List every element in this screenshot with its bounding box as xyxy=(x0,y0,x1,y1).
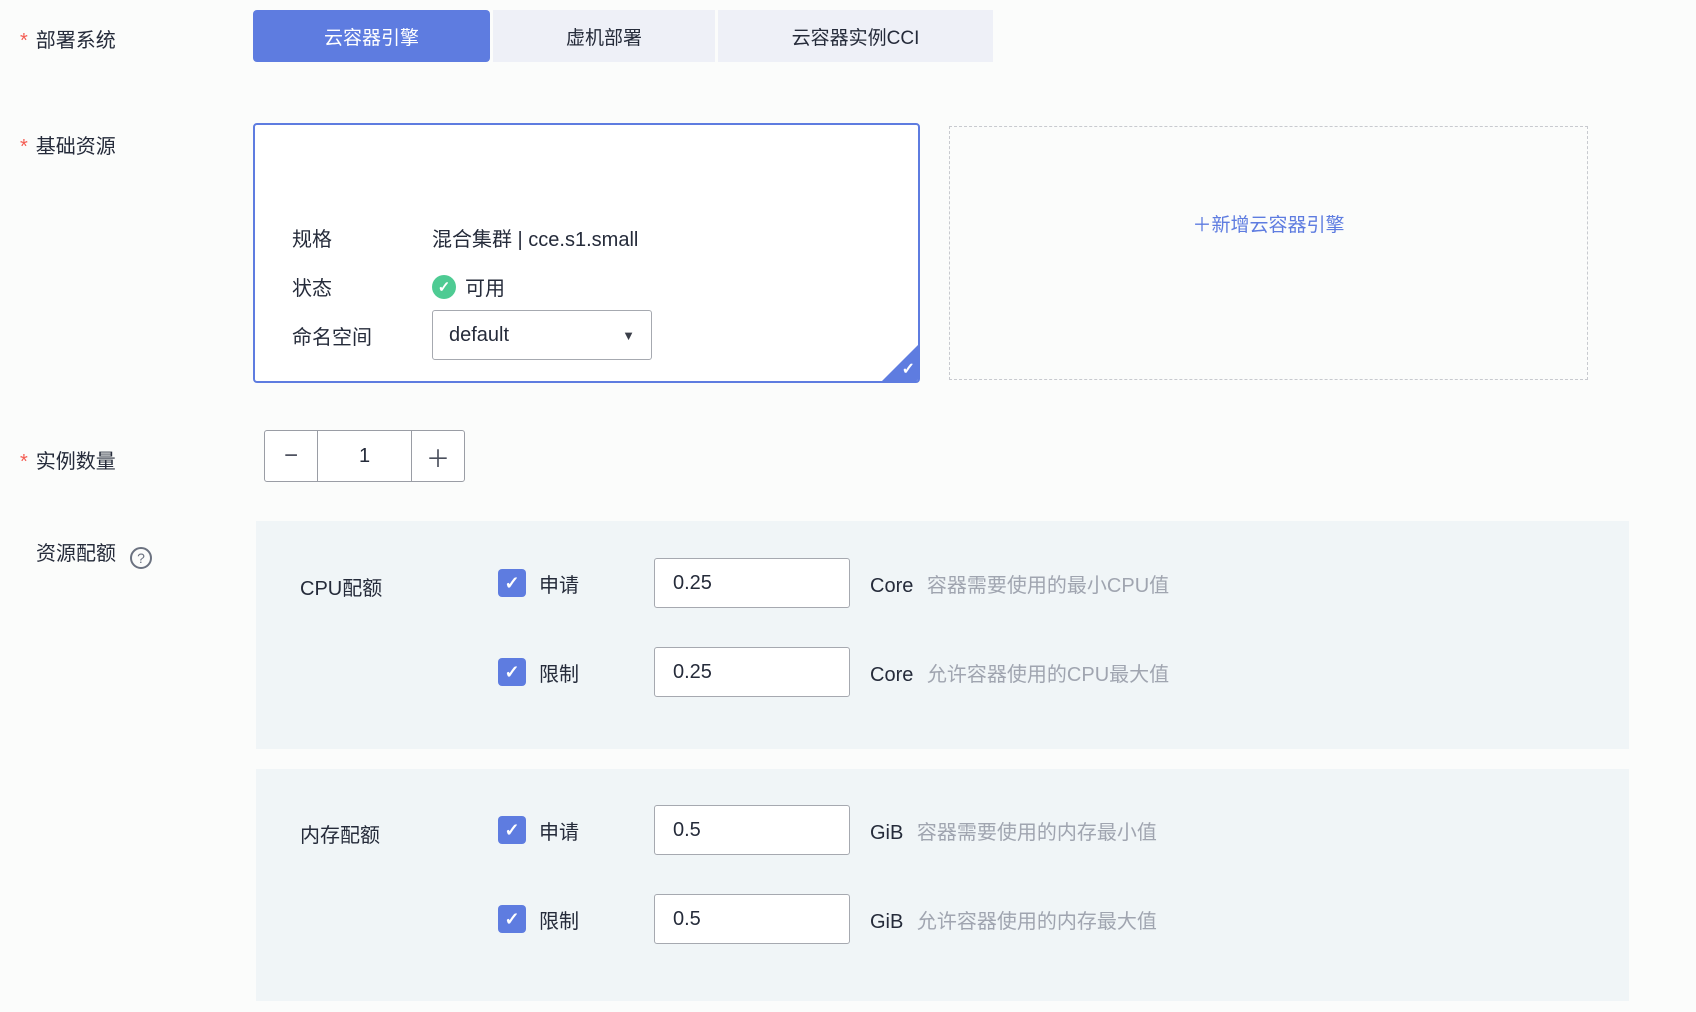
memory-request-row: ✓ 申请 GiB 容器需要使用的内存最小值 xyxy=(498,805,1157,855)
memory-request-desc: GiB 容器需要使用的内存最小值 xyxy=(870,816,1157,845)
memory-limit-desc: GiB 允许容器使用的内存最大值 xyxy=(870,905,1157,934)
resource-quota-label-text: 资源配额 xyxy=(36,543,116,565)
spec-key: 规格 xyxy=(292,223,432,252)
tab-cci-instance[interactable]: 云容器实例CCI xyxy=(718,10,993,62)
cpu-request-unit: Core xyxy=(870,575,913,597)
memory-request-checkbox-label: 申请 xyxy=(539,816,654,845)
card-selected-check-icon: ✓ xyxy=(902,359,915,379)
add-engine-dropzone: ＋新增云容器引擎 xyxy=(949,126,1588,380)
memory-quota-title: 内存配额 xyxy=(300,819,380,848)
memory-request-hint: 容器需要使用的内存最小值 xyxy=(917,822,1157,844)
cpu-request-input[interactable] xyxy=(654,558,850,608)
namespace-key: 命名空间 xyxy=(292,321,432,350)
instance-count-label: 实例数量 xyxy=(20,445,116,474)
namespace-select[interactable]: default ▼ xyxy=(432,310,652,360)
cpu-request-hint: 容器需要使用的最小CPU值 xyxy=(927,575,1169,597)
cpu-limit-checkbox[interactable]: ✓ xyxy=(498,658,526,686)
cluster-card[interactable]: 集群 o 规格 混合集群 | cce.s1.small 状态 ✓ 可用 命名空间… xyxy=(253,123,920,383)
cpu-limit-desc: Core 允许容器使用的CPU最大值 xyxy=(870,658,1169,687)
instance-count-value[interactable]: 1 xyxy=(317,431,412,481)
basic-resource-label: 基础资源 xyxy=(20,130,116,159)
cpu-quota-title: CPU配额 xyxy=(300,572,382,601)
memory-limit-input[interactable] xyxy=(654,894,850,944)
instance-count-stepper: − 1 ＋ xyxy=(264,430,465,482)
status-key: 状态 xyxy=(292,272,432,301)
memory-limit-checkbox[interactable]: ✓ xyxy=(498,905,526,933)
cpu-quota-panel: CPU配额 ✓ 申请 Core 容器需要使用的最小CPU值 ✓ 限制 Core … xyxy=(256,521,1629,749)
memory-request-checkbox[interactable]: ✓ xyxy=(498,816,526,844)
increment-button[interactable]: ＋ xyxy=(412,431,464,481)
status-available-icon: ✓ xyxy=(432,275,456,299)
cpu-limit-hint: 允许容器使用的CPU最大值 xyxy=(927,664,1169,686)
memory-limit-hint: 允许容器使用的内存最大值 xyxy=(917,911,1157,933)
cpu-limit-row: ✓ 限制 Core 允许容器使用的CPU最大值 xyxy=(498,647,1169,697)
memory-quota-panel: 内存配额 ✓ 申请 GiB 容器需要使用的内存最小值 ✓ 限制 GiB 允许容器… xyxy=(256,769,1629,1001)
cpu-request-checkbox[interactable]: ✓ xyxy=(498,569,526,597)
spec-value: 混合集群 | cce.s1.small xyxy=(432,223,638,252)
status-value: ✓ 可用 xyxy=(432,272,505,301)
deploy-system-label: 部署系统 xyxy=(20,24,116,53)
cpu-limit-unit: Core xyxy=(870,664,913,686)
cpu-request-checkbox-label: 申请 xyxy=(539,569,654,598)
tab-vm-deploy[interactable]: 虚机部署 xyxy=(493,10,715,62)
tab-cce-engine[interactable]: 云容器引擎 xyxy=(253,10,490,62)
memory-limit-row: ✓ 限制 GiB 允许容器使用的内存最大值 xyxy=(498,894,1157,944)
memory-limit-unit: GiB xyxy=(870,911,903,933)
namespace-selected-value: default xyxy=(449,324,509,347)
add-cce-engine-button[interactable]: ＋新增云容器引擎 xyxy=(950,210,1587,237)
resource-quota-label: 资源配额? xyxy=(36,537,152,569)
status-text: 可用 xyxy=(465,272,505,301)
decrement-button[interactable]: − xyxy=(265,431,317,481)
memory-request-input[interactable] xyxy=(654,805,850,855)
help-icon[interactable]: ? xyxy=(130,547,152,569)
memory-limit-checkbox-label: 限制 xyxy=(539,905,654,934)
deployment-form: 部署系统 云容器引擎 虚机部署 云容器实例CCI 基础资源 集群 o 规格 混合… xyxy=(0,0,1696,1012)
deploy-system-tabs: 云容器引擎 虚机部署 云容器实例CCI xyxy=(253,10,993,62)
cpu-request-desc: Core 容器需要使用的最小CPU值 xyxy=(870,569,1169,598)
memory-request-unit: GiB xyxy=(870,822,903,844)
cpu-limit-input[interactable] xyxy=(654,647,850,697)
chevron-down-icon: ▼ xyxy=(622,328,635,343)
cpu-limit-checkbox-label: 限制 xyxy=(539,658,654,687)
cpu-request-row: ✓ 申请 Core 容器需要使用的最小CPU值 xyxy=(498,558,1169,608)
